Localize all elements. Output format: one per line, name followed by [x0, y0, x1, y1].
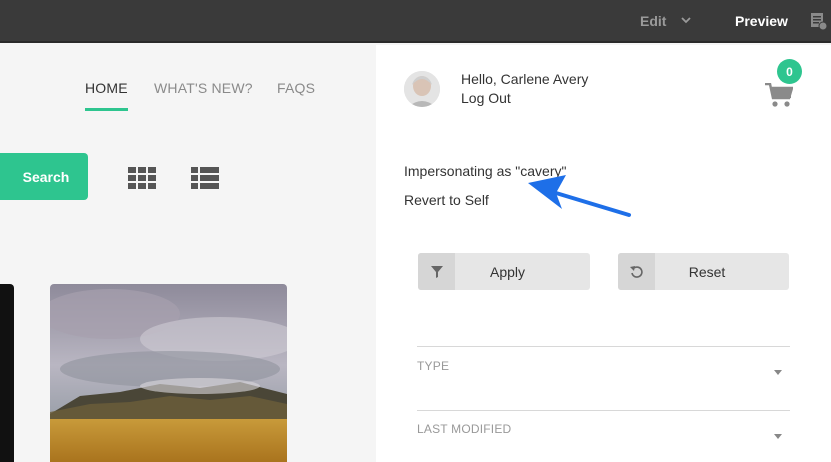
preview-button[interactable]: Preview — [735, 13, 788, 29]
reset-button-label: Reset — [688, 263, 726, 280]
nav-faqs[interactable]: FAQS — [277, 80, 315, 96]
avatar[interactable] — [404, 71, 440, 107]
list-view-icon[interactable] — [191, 167, 219, 194]
main-content: HOME WHAT'S NEW? FAQS Search — [0, 45, 376, 462]
filter-type[interactable]: TYPE — [417, 346, 790, 410]
nav-home[interactable]: HOME — [85, 80, 128, 96]
filter-last-modified[interactable]: LAST MODIFIED — [417, 410, 790, 462]
search-button[interactable]: Search — [0, 153, 88, 200]
apply-button[interactable]: Apply — [418, 253, 590, 290]
annotation-arrow-icon — [526, 163, 636, 228]
reset-button[interactable]: Reset — [618, 253, 789, 290]
filter-icon — [418, 253, 455, 290]
filter-type-label: TYPE — [417, 359, 450, 373]
panel-settings-icon[interactable] — [810, 11, 828, 36]
grid-view-icon[interactable] — [128, 167, 156, 194]
logout-link[interactable]: Log Out — [461, 90, 511, 106]
revert-to-self-link[interactable]: Revert to Self — [404, 192, 489, 208]
content-card[interactable] — [0, 284, 14, 462]
cart-count-badge: 0 — [777, 59, 802, 84]
cart-icon[interactable] — [765, 82, 794, 114]
chevron-down-icon[interactable] — [680, 12, 692, 33]
edit-menu-label[interactable]: Edit — [640, 13, 666, 29]
caret-down-icon[interactable] — [774, 363, 782, 381]
nav-whats-new[interactable]: WHAT'S NEW? — [154, 80, 253, 96]
undo-icon — [618, 253, 655, 290]
landscape-photo[interactable] — [50, 284, 287, 462]
user-greeting: Hello, Carlene Avery — [461, 71, 589, 87]
nav-active-indicator — [85, 108, 128, 111]
user-panel: Hello, Carlene Avery Log Out 0 Impersona… — [376, 45, 831, 462]
caret-down-icon[interactable] — [774, 427, 782, 445]
apply-button-label: Apply — [489, 263, 526, 280]
top-toolbar: Edit Preview — [0, 0, 831, 43]
filter-last-modified-label: LAST MODIFIED — [417, 422, 512, 436]
